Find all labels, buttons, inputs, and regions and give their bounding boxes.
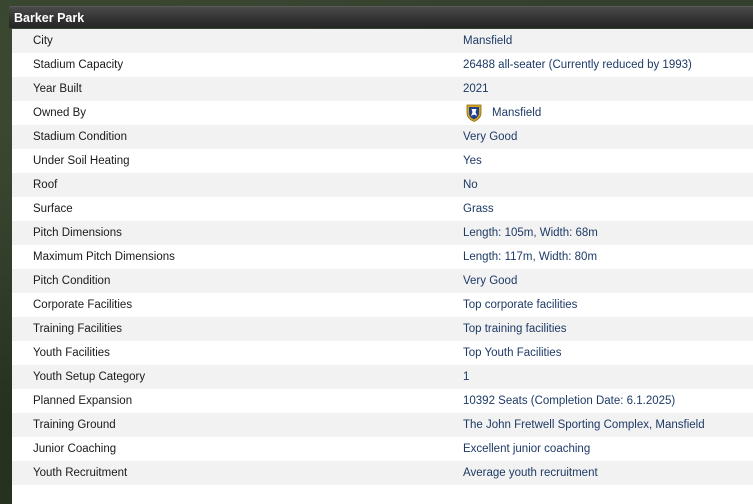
row-label: Junior Coaching bbox=[33, 443, 117, 455]
table-row-planned-expansion: Planned Expansion 10392 Seats (Completio… bbox=[12, 389, 753, 413]
table-row-corporate-facilities: Corporate Facilities Top corporate facil… bbox=[12, 293, 753, 317]
row-value: Grass bbox=[463, 203, 494, 215]
row-label: Youth Facilities bbox=[33, 347, 110, 359]
table-row-youth-setup-category: Youth Setup Category 1 bbox=[12, 365, 753, 389]
row-value: Excellent junior coaching bbox=[463, 443, 591, 455]
row-label: Pitch Condition bbox=[33, 275, 111, 287]
row-value: Very Good bbox=[463, 131, 518, 143]
table-row-maximum-pitch-dimensions: Maximum Pitch Dimensions Length: 117m, W… bbox=[12, 245, 753, 269]
row-label: Stadium Capacity bbox=[33, 59, 124, 71]
row-label: Pitch Dimensions bbox=[33, 227, 122, 239]
stadium-info-panel: Barker Park City Mansfield Stadium Capac… bbox=[9, 6, 753, 504]
table-row-city: City Mansfield bbox=[12, 29, 753, 53]
table-row-pitch-dimensions: Pitch Dimensions Length: 105m, Width: 68… bbox=[12, 221, 753, 245]
table-row-training-ground: Training Ground The John Fretwell Sporti… bbox=[12, 413, 753, 437]
table-row-pitch-condition: Pitch Condition Very Good bbox=[12, 269, 753, 293]
table-row-junior-coaching: Junior Coaching Excellent junior coachin… bbox=[12, 437, 753, 461]
row-label: Year Built bbox=[33, 83, 82, 95]
row-value: Average youth recruitment bbox=[463, 467, 598, 479]
row-value: Very Good bbox=[463, 275, 518, 287]
row-value: Top Youth Facilities bbox=[463, 347, 562, 359]
table-row-surface: Surface Grass bbox=[12, 197, 753, 221]
club-crest-icon bbox=[466, 104, 482, 122]
table-row-stadium-capacity: Stadium Capacity 26488 all-seater (Curre… bbox=[12, 53, 753, 77]
row-label: Stadium Condition bbox=[33, 131, 127, 143]
row-value: Top corporate facilities bbox=[463, 299, 578, 311]
panel-title: Barker Park bbox=[9, 6, 753, 28]
row-label: Corporate Facilities bbox=[33, 299, 133, 311]
row-value: 26488 all-seater (Currently reduced by 1… bbox=[463, 59, 692, 71]
row-label: Surface bbox=[33, 203, 73, 215]
training-ground-link[interactable]: The John Fretwell Sporting Complex, Mans… bbox=[463, 419, 705, 431]
city-link[interactable]: Mansfield bbox=[463, 35, 512, 47]
row-value: 10392 Seats (Completion Date: 6.1.2025) bbox=[463, 395, 676, 407]
row-label: Youth Recruitment bbox=[33, 467, 128, 479]
owner-club-name: Mansfield bbox=[492, 107, 542, 119]
row-label: Youth Setup Category bbox=[33, 371, 146, 383]
row-label: Owned By bbox=[33, 107, 87, 119]
row-label: Training Ground bbox=[33, 419, 116, 431]
table-row-under-soil-heating: Under Soil Heating Yes bbox=[12, 149, 753, 173]
row-value: Top training facilities bbox=[463, 323, 567, 335]
stadium-details-table: City Mansfield Stadium Capacity 26488 al… bbox=[12, 29, 753, 504]
row-label: Roof bbox=[33, 179, 58, 191]
row-label: Planned Expansion bbox=[33, 395, 133, 407]
table-row-training-facilities: Training Facilities Top training facilit… bbox=[12, 317, 753, 341]
row-value: No bbox=[463, 179, 478, 191]
row-label: City bbox=[33, 35, 53, 47]
row-value: Length: 117m, Width: 80m bbox=[463, 251, 598, 263]
row-value: 1 bbox=[463, 371, 470, 383]
table-row-youth-recruitment: Youth Recruitment Average youth recruitm… bbox=[12, 461, 753, 485]
row-value: 2021 bbox=[463, 83, 489, 95]
row-value: Yes bbox=[463, 155, 482, 167]
owner-club-link[interactable]: Mansfield bbox=[463, 104, 541, 122]
row-label: Maximum Pitch Dimensions bbox=[33, 251, 175, 263]
row-value: Length: 105m, Width: 68m bbox=[463, 227, 598, 239]
row-label: Under Soil Heating bbox=[33, 155, 130, 167]
table-row-owned-by: Owned By Mansfield bbox=[12, 101, 753, 125]
table-row-youth-facilities: Youth Facilities Top Youth Facilities bbox=[12, 341, 753, 365]
row-label: Training Facilities bbox=[33, 323, 123, 335]
table-row-year-built: Year Built 2021 bbox=[12, 77, 753, 101]
table-row-roof: Roof No bbox=[12, 173, 753, 197]
table-row-stadium-condition: Stadium Condition Very Good bbox=[12, 125, 753, 149]
